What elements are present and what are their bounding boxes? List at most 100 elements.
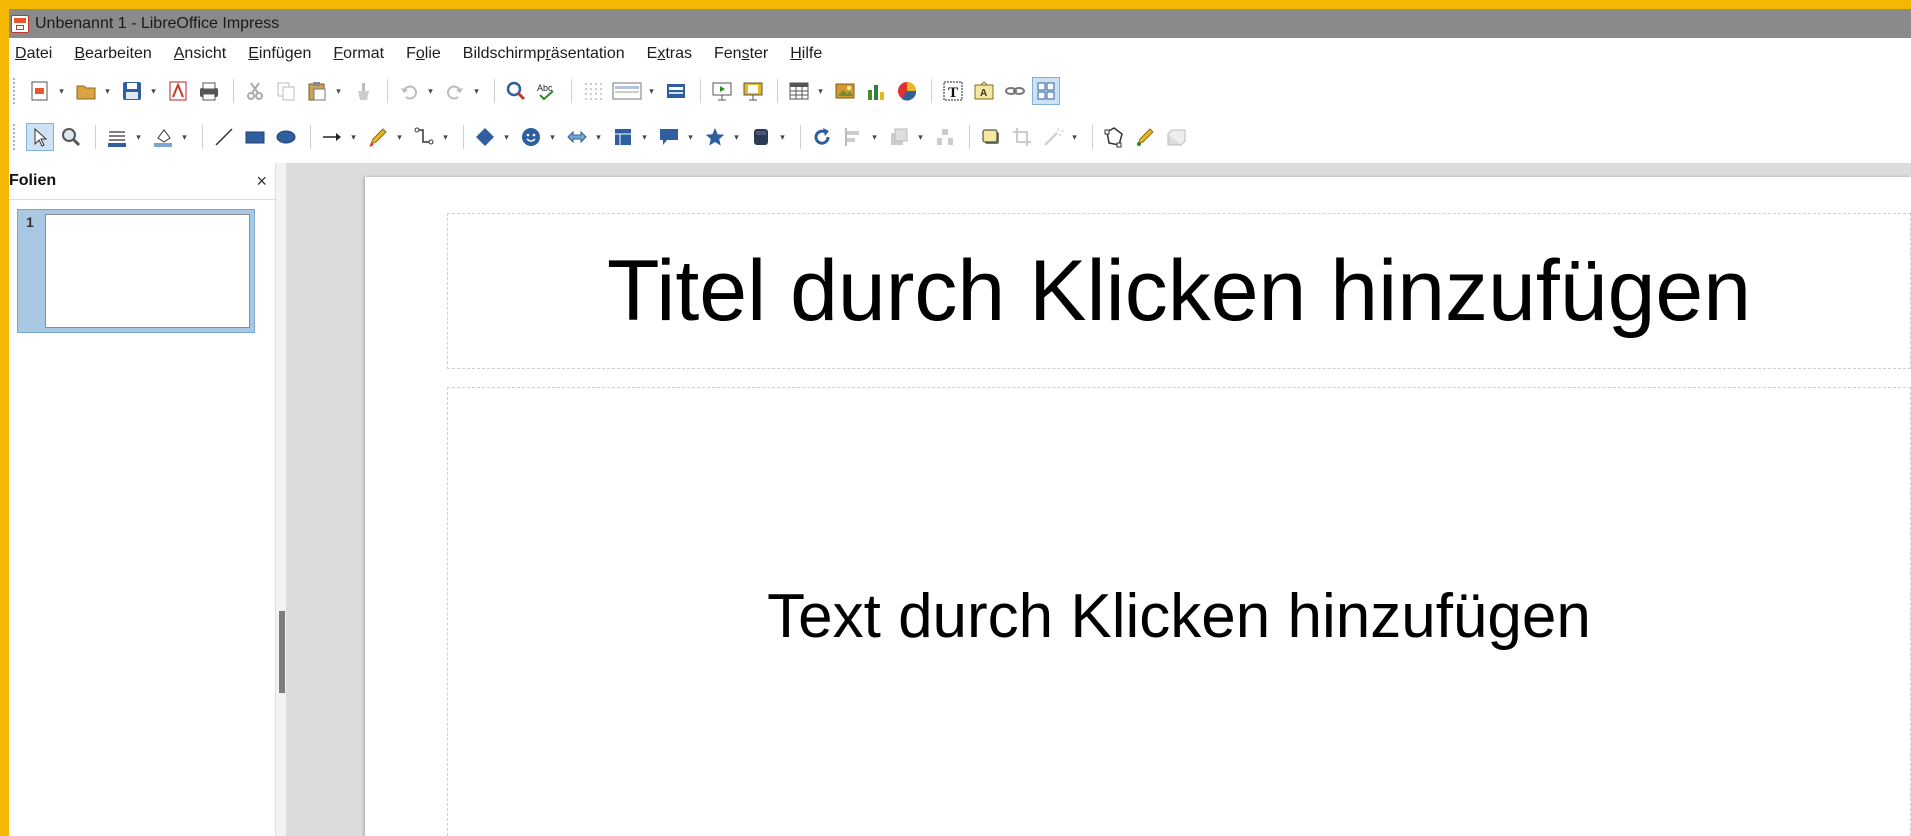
chevron-down-icon[interactable]: ▾ <box>349 123 358 151</box>
ellipse-icon[interactable] <box>272 123 300 151</box>
align-icon[interactable] <box>839 123 867 151</box>
chevron-down-icon[interactable]: ▾ <box>647 77 656 105</box>
chevron-down-icon[interactable]: ▾ <box>180 123 189 151</box>
start-from-current-slide-icon[interactable] <box>739 77 767 105</box>
master-slide-icon[interactable] <box>662 77 690 105</box>
toolbar-grip[interactable] <box>13 78 18 104</box>
slide-thumbnail-preview[interactable] <box>45 214 250 328</box>
arrow-line-icon[interactable] <box>318 123 346 151</box>
chevron-down-icon[interactable]: ▾ <box>441 123 450 151</box>
panel-splitter[interactable] <box>275 163 287 836</box>
crop-icon[interactable] <box>1008 123 1036 151</box>
toolbar-separator <box>571 79 572 103</box>
find-replace-icon[interactable] <box>502 77 530 105</box>
close-icon[interactable]: × <box>256 171 267 192</box>
flowchart-icon[interactable] <box>609 123 637 151</box>
chevron-down-icon[interactable]: ▾ <box>732 123 741 151</box>
menu-bildschirmpraesentation[interactable]: Bildschirmpräsentation <box>463 45 625 63</box>
rotate-icon[interactable] <box>808 123 836 151</box>
connector-icon[interactable] <box>410 123 438 151</box>
new-document-icon[interactable] <box>26 77 54 105</box>
distribute-icon[interactable] <box>931 123 959 151</box>
spellcheck-icon[interactable]: Abc <box>533 77 561 105</box>
chevron-down-icon[interactable]: ▾ <box>594 123 603 151</box>
menu-format[interactable]: Format <box>333 45 384 63</box>
curve-pencil-icon[interactable] <box>364 123 392 151</box>
chevron-down-icon[interactable]: ▾ <box>640 123 649 151</box>
line-icon[interactable] <box>210 123 238 151</box>
block-arrows-icon[interactable] <box>563 123 591 151</box>
menu-einfuegen[interactable]: Einfügen <box>248 45 311 63</box>
select-arrow-icon[interactable] <box>26 123 54 151</box>
chevron-down-icon[interactable]: ▾ <box>57 77 66 105</box>
symbol-shapes-smiley-icon[interactable] <box>517 123 545 151</box>
zoom-icon[interactable] <box>57 123 85 151</box>
menu-folie[interactable]: Folie <box>406 45 441 63</box>
chevron-down-icon[interactable]: ▾ <box>548 123 557 151</box>
chevron-down-icon[interactable]: ▾ <box>502 123 511 151</box>
chevron-down-icon[interactable]: ▾ <box>1070 123 1079 151</box>
cut-icon[interactable] <box>241 77 269 105</box>
arrange-icon[interactable] <box>885 123 913 151</box>
display-grid-icon[interactable] <box>1032 77 1060 105</box>
chevron-down-icon[interactable]: ▾ <box>916 123 925 151</box>
chevron-down-icon[interactable]: ▾ <box>149 77 158 105</box>
paste-icon[interactable] <box>303 77 331 105</box>
start-presentation-icon[interactable] <box>708 77 736 105</box>
svg-text:A: A <box>980 88 987 99</box>
chevron-down-icon[interactable]: ▾ <box>334 77 343 105</box>
table-icon[interactable] <box>785 77 813 105</box>
menu-ansicht[interactable]: Ansicht <box>174 45 226 63</box>
chevron-down-icon[interactable]: ▾ <box>472 77 481 105</box>
chevron-down-icon[interactable]: ▾ <box>103 77 112 105</box>
chevron-down-icon[interactable]: ▾ <box>816 77 825 105</box>
slides-panel: Folien × 1 <box>9 163 275 836</box>
slide-thumbnail[interactable]: 1 <box>17 209 255 333</box>
text-placeholder[interactable]: Text durch Klicken hinzufügen <box>447 387 1911 836</box>
line-color-icon[interactable] <box>103 123 131 151</box>
copy-icon[interactable] <box>272 77 300 105</box>
toggle-extrusion-icon[interactable] <box>1162 123 1190 151</box>
clone-formatting-icon[interactable] <box>349 77 377 105</box>
collapse-handle[interactable] <box>279 611 285 693</box>
open-folder-icon[interactable] <box>72 77 100 105</box>
slide-page[interactable]: Titel durch Klicken hinzufügen Text durc… <box>365 177 1911 836</box>
menu-bearbeiten[interactable]: Bearbeiten <box>74 45 151 63</box>
slides-panel-header: Folien × <box>9 163 275 200</box>
chevron-down-icon[interactable]: ▾ <box>778 123 787 151</box>
shadow-icon[interactable] <box>977 123 1005 151</box>
glue-points-icon[interactable] <box>1131 123 1159 151</box>
chevron-down-icon[interactable]: ▾ <box>686 123 695 151</box>
chevron-down-icon[interactable]: ▾ <box>395 123 404 151</box>
hyperlink-icon[interactable] <box>1001 77 1029 105</box>
menu-fenster[interactable]: Fenster <box>714 45 768 63</box>
menu-datei[interactable]: Datei <box>15 45 52 63</box>
chevron-down-icon[interactable]: ▾ <box>426 77 435 105</box>
stars-icon[interactable] <box>701 123 729 151</box>
undo-icon[interactable] <box>395 77 423 105</box>
toolbar-grip[interactable] <box>13 124 18 150</box>
text-box-icon[interactable]: T <box>939 77 967 105</box>
save-icon[interactable] <box>118 77 146 105</box>
basic-shapes-diamond-icon[interactable] <box>471 123 499 151</box>
menu-hilfe[interactable]: Hilfe <box>790 45 822 63</box>
color-circle-icon[interactable] <box>893 77 921 105</box>
redo-icon[interactable] <box>441 77 469 105</box>
rectangle-icon[interactable] <box>241 123 269 151</box>
chart-icon[interactable] <box>862 77 890 105</box>
print-icon[interactable] <box>195 77 223 105</box>
points-icon[interactable] <box>1100 123 1128 151</box>
callouts-icon[interactable] <box>655 123 683 151</box>
3d-objects-icon[interactable] <box>747 123 775 151</box>
fill-color-icon[interactable] <box>149 123 177 151</box>
grid-icon[interactable] <box>579 77 607 105</box>
title-placeholder[interactable]: Titel durch Klicken hinzufügen <box>447 213 1911 369</box>
chevron-down-icon[interactable]: ▾ <box>134 123 143 151</box>
display-views-icon[interactable] <box>610 77 644 105</box>
menu-extras[interactable]: Extras <box>647 45 692 63</box>
chevron-down-icon[interactable]: ▾ <box>870 123 879 151</box>
filter-wand-icon[interactable] <box>1039 123 1067 151</box>
fontwork-icon[interactable]: A <box>970 77 998 105</box>
image-icon[interactable] <box>831 77 859 105</box>
export-pdf-icon[interactable] <box>164 77 192 105</box>
